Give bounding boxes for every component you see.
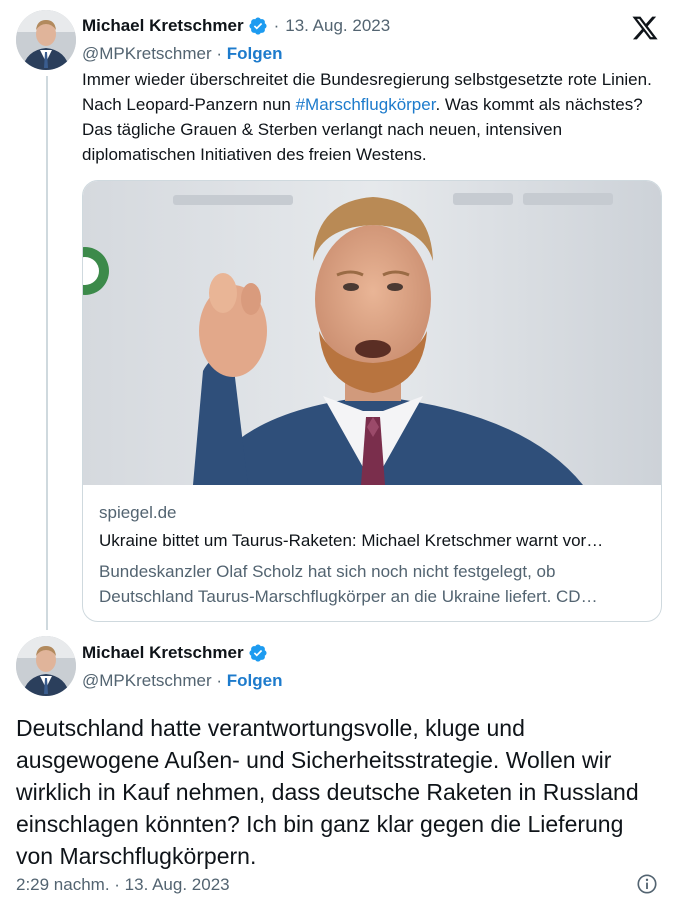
tweet-timestamp[interactable]: 2:29 nachm. · 13. Aug. 2023 [16,875,230,895]
separator-dot: · [211,671,227,690]
author-name[interactable]: Michael Kretschmer [82,16,244,36]
card-description: Bundeskanzler Olaf Scholz hat sich noch … [99,562,598,606]
author-handle[interactable]: @MPKretschmer [82,671,212,690]
post-date[interactable]: 13. Aug. 2023 [285,16,390,36]
main-tweet-text: Deutschland hatte verantwortungsvolle, k… [16,715,639,869]
author-row: Michael Kretschmer [82,643,268,663]
verified-badge-icon [248,16,268,36]
avatar[interactable] [16,10,76,70]
separator-dot: · [109,875,125,894]
avatar[interactable] [16,636,76,696]
article-photo[interactable] [83,181,661,485]
follow-button[interactable]: Folgen [227,671,283,690]
hashtag-link[interactable]: #Marschflugkörper [296,95,436,114]
post-time: 2:29 nachm. [16,875,110,894]
x-logo-icon[interactable] [631,14,659,42]
handle-row: @MPKretschmer · Folgen [82,44,283,64]
post-date: 13. Aug. 2023 [124,875,230,894]
separator-dot: · [273,16,280,35]
tweet-text: Immer wieder überschreitet die Bundesreg… [82,67,667,167]
card-title: Ukraine bittet um Taurus-Raketen: Michae… [99,531,604,550]
author-handle[interactable]: @MPKretschmer [82,44,212,63]
handle-row: @MPKretschmer · Folgen [82,671,283,691]
card-domain: spiegel.de [99,503,177,522]
author-row: Michael Kretschmer · 13. Aug. 2023 [82,16,390,36]
thread-connector-line [46,76,48,630]
follow-button[interactable]: Folgen [227,44,283,63]
author-name[interactable]: Michael Kretschmer [82,643,244,663]
verified-badge-icon [248,643,268,663]
link-preview-card[interactable]: spiegel.de Ukraine bittet um Taurus-Rake… [82,180,662,622]
info-icon[interactable] [636,873,658,895]
separator-dot: · [211,44,227,63]
